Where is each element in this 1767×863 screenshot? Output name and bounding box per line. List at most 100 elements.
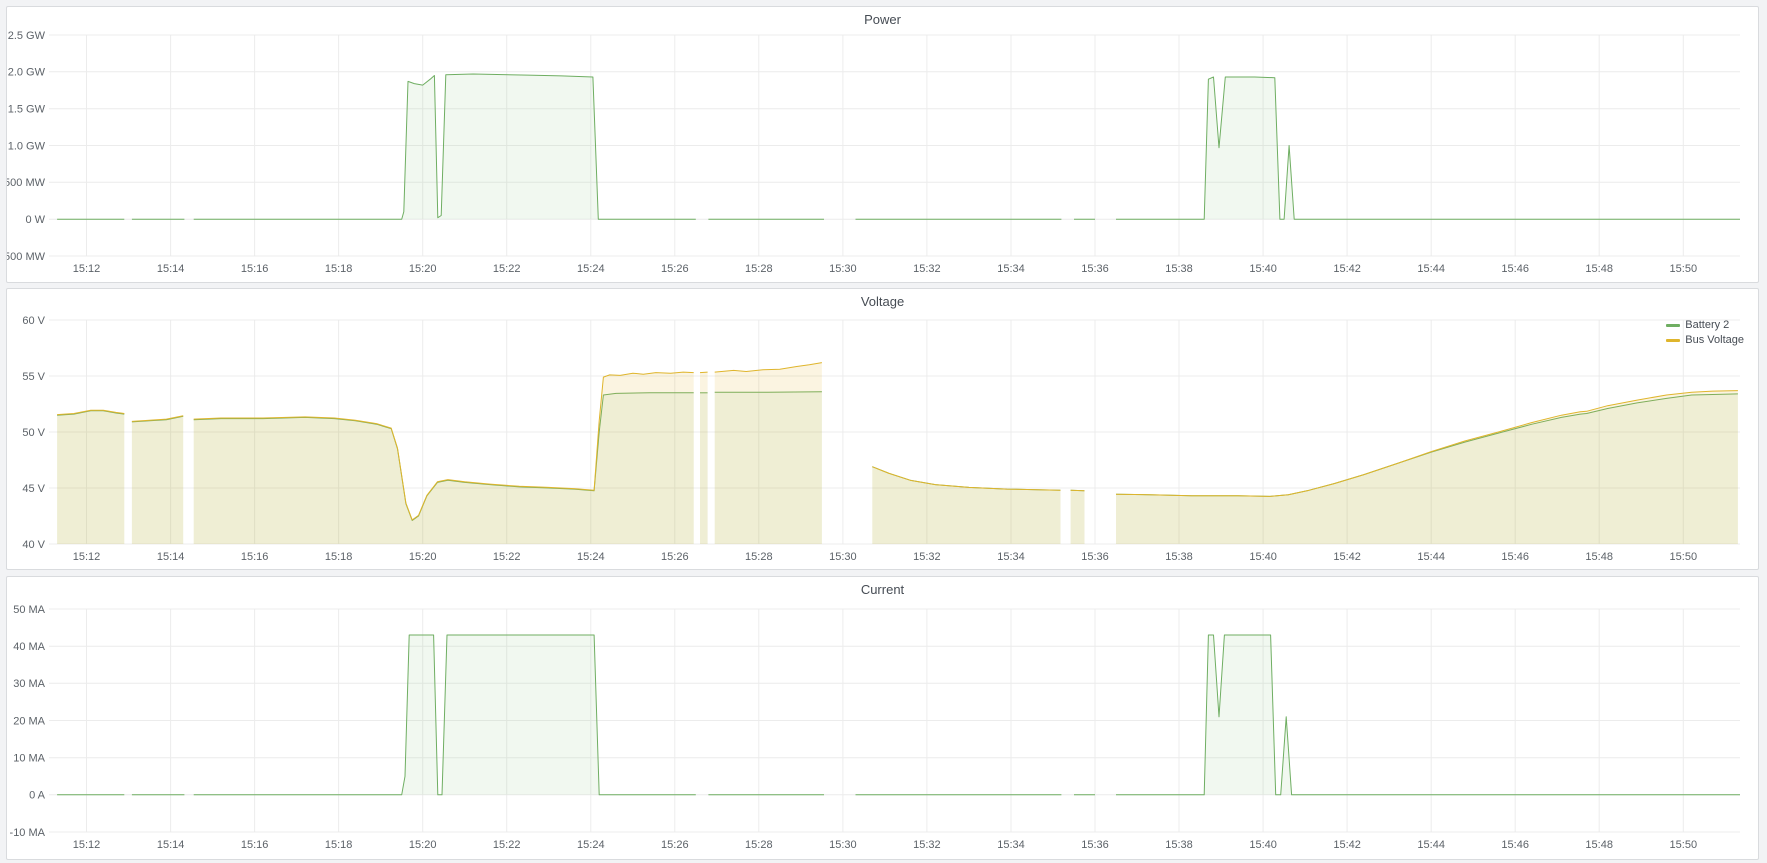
y-tick-label: 60 V [22, 315, 45, 327]
series-area [132, 416, 183, 544]
legend-item-battery-2[interactable]: Battery 2 [1666, 319, 1744, 331]
y-tick-label: -500 MW [7, 251, 46, 263]
panel-voltage: Voltage 60 V55 V50 V45 V40 V15:1215:1415… [6, 288, 1759, 570]
x-tick-label: 15:20 [409, 551, 437, 563]
y-tick-label: 500 MW [7, 177, 46, 189]
x-tick-label: 15:38 [1165, 839, 1193, 851]
x-tick-label: 15:30 [829, 551, 857, 563]
x-tick-label: 15:50 [1670, 551, 1698, 563]
x-tick-label: 15:16 [241, 263, 269, 275]
x-tick-label: 15:18 [325, 263, 353, 275]
legend-swatch-bus-voltage [1666, 339, 1680, 342]
x-tick-label: 15:48 [1585, 263, 1613, 275]
x-tick-label: 15:36 [1081, 551, 1109, 563]
panel-title-voltage[interactable]: Voltage [7, 294, 1758, 309]
y-tick-label: -10 MA [10, 827, 46, 839]
x-tick-label: 15:46 [1501, 551, 1529, 563]
x-tick-label: 15:44 [1417, 551, 1445, 563]
x-tick-label: 15:34 [997, 551, 1025, 563]
x-tick-label: 15:46 [1501, 839, 1529, 851]
legend-swatch-battery-2 [1666, 324, 1680, 327]
y-tick-label: 0 W [25, 214, 45, 226]
y-tick-label: 2.5 GW [8, 30, 46, 42]
x-tick-label: 15:12 [73, 551, 101, 563]
x-tick-label: 15:40 [1249, 839, 1277, 851]
x-tick-label: 15:20 [409, 263, 437, 275]
y-tick-label: 1.5 GW [8, 104, 46, 116]
panel-title-power[interactable]: Power [7, 12, 1758, 27]
x-tick-label: 15:18 [325, 551, 353, 563]
y-tick-label: 20 MA [13, 715, 45, 727]
series-area [57, 410, 124, 544]
x-tick-label: 15:46 [1501, 263, 1529, 275]
x-tick-label: 15:50 [1670, 839, 1698, 851]
y-tick-label: 30 MA [13, 678, 45, 690]
y-tick-label: 1.0 GW [8, 140, 46, 152]
x-tick-label: 15:26 [661, 263, 689, 275]
series-area [715, 363, 822, 544]
series-line [700, 372, 708, 373]
x-tick-label: 15:16 [241, 551, 269, 563]
x-tick-label: 15:28 [745, 551, 773, 563]
x-tick-label: 15:38 [1165, 551, 1193, 563]
y-tick-label: 10 MA [13, 753, 45, 765]
series-area [1116, 391, 1738, 544]
current-chart[interactable]: 50 MA 40 MA 30 MA 20 MA 10 MA 0 A -10 MA 15:12 1… [7, 577, 1758, 859]
x-tick-label: 15:32 [913, 551, 941, 563]
x-tick-label: 15:28 [745, 839, 773, 851]
series-area [194, 372, 694, 544]
x-tick-label: 15:32 [913, 263, 941, 275]
legend-label-bus-voltage: Bus Voltage [1685, 334, 1744, 346]
x-tick-label: 15:34 [997, 263, 1025, 275]
y-tick-label: 2.0 GW [8, 67, 46, 79]
power-chart[interactable]: 2.5 GW 2.0 GW 1.5 GW 1.0 GW 500 MW 0 W -500 MW… [7, 7, 1758, 282]
y-tick-label: 0 A [29, 790, 46, 802]
x-tick-label: 15:24 [577, 839, 605, 851]
series-area [1116, 635, 1740, 795]
x-tick-label: 15:22 [493, 263, 521, 275]
x-tick-label: 15:22 [493, 551, 521, 563]
voltage-chart[interactable]: 60 V55 V50 V45 V40 V15:1215:1415:1615:18… [7, 289, 1758, 569]
series-area [700, 372, 708, 544]
x-tick-label: 15:44 [1417, 263, 1445, 275]
legend-label-battery-2: Battery 2 [1685, 319, 1729, 331]
panel-title-current[interactable]: Current [7, 582, 1758, 597]
series-area [872, 467, 1060, 544]
x-tick-label: 15:48 [1585, 551, 1613, 563]
y-tick-label: 50 V [22, 427, 45, 439]
y-tick-label: 55 V [22, 371, 45, 383]
x-tick-label: 15:32 [913, 839, 941, 851]
x-tick-label: 15:12 [73, 839, 101, 851]
x-tick-label: 15:14 [157, 551, 185, 563]
x-tick-label: 15:14 [157, 839, 185, 851]
series-area [1116, 77, 1740, 219]
x-tick-label: 15:18 [325, 839, 353, 851]
x-tick-label: 15:38 [1165, 263, 1193, 275]
x-tick-label: 15:40 [1249, 551, 1277, 563]
x-tick-label: 15:34 [997, 839, 1025, 851]
y-tick-label: 40 V [22, 539, 45, 551]
y-tick-label: 50 MA [13, 604, 45, 616]
x-tick-label: 15:16 [241, 839, 269, 851]
x-tick-label: 15:42 [1333, 263, 1361, 275]
x-tick-label: 15:44 [1417, 839, 1445, 851]
panel-current: Current 50 MA 40 MA 30 MA 20 MA 10 MA 0 A -10 … [6, 576, 1759, 860]
x-tick-label: 15:48 [1585, 839, 1613, 851]
x-tick-label: 15:42 [1333, 551, 1361, 563]
x-tick-label: 15:14 [157, 263, 185, 275]
x-tick-label: 15:36 [1081, 839, 1109, 851]
dashboard: { "colors": { "green_line": "#6fae62", "… [0, 0, 1767, 863]
x-tick-label: 15:30 [829, 263, 857, 275]
x-tick-label: 15:36 [1081, 263, 1109, 275]
x-tick-label: 15:42 [1333, 839, 1361, 851]
x-tick-label: 15:26 [661, 839, 689, 851]
x-tick-label: 15:40 [1249, 263, 1277, 275]
y-tick-label: 40 MA [13, 641, 45, 653]
series-area [1071, 490, 1085, 544]
x-tick-label: 15:12 [73, 263, 101, 275]
x-tick-label: 15:20 [409, 839, 437, 851]
x-tick-label: 15:50 [1670, 263, 1698, 275]
legend-item-bus-voltage[interactable]: Bus Voltage [1666, 334, 1744, 346]
x-tick-label: 15:24 [577, 551, 605, 563]
x-tick-label: 15:22 [493, 839, 521, 851]
